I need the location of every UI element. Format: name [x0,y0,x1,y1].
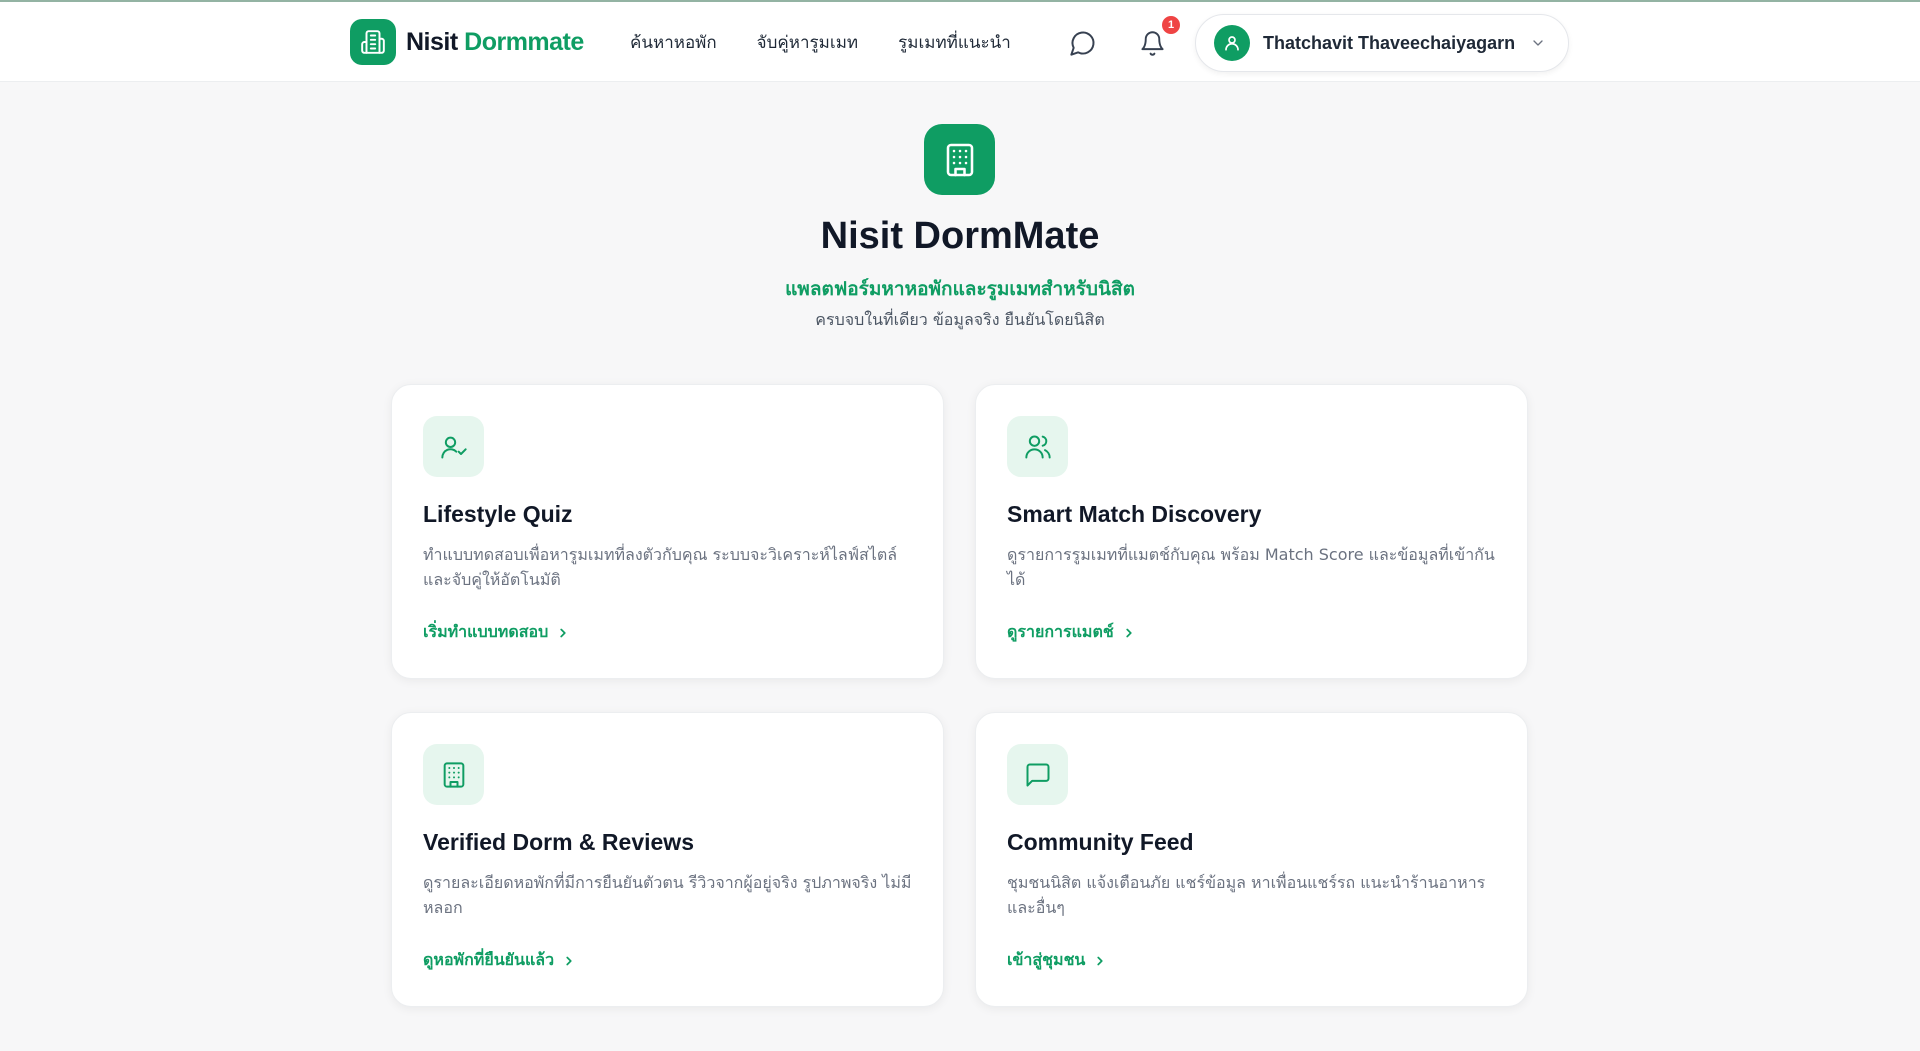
building-icon [350,19,396,65]
feature-card-community-feed: Community Feed ชุมชนนิสิต แจ้งเตือนภัย แ… [975,712,1528,1007]
chevron-down-icon [1533,40,1543,46]
start-quiz-link[interactable]: เริ่มทำแบบทดสอบ [423,620,570,645]
chevron-right-icon [562,954,576,968]
feature-card-smart-match: Smart Match Discovery ดูรายการรูมเมทที่แ… [975,384,1528,679]
card-description: ดูรายละเอียดหอพักที่มีการยืนยันตัวตน รีว… [423,873,912,917]
card-title: Verified Dorm & Reviews [423,829,694,855]
card-description: ทำแบบทดสอบเพื่อหารูมเมทที่ลงตัวกับคุณ ระ… [423,545,898,589]
brand-name: Nisit Dormmate [406,28,584,57]
avatar [1214,25,1250,61]
nav-link-find-dorm[interactable]: ค้นหาหอพัก [630,29,717,56]
card-title: Community Feed [1007,829,1194,855]
user-check-icon [440,436,467,458]
card-title: Lifestyle Quiz [423,501,573,527]
chevron-right-icon [556,626,570,640]
message-square-icon [1026,763,1049,786]
building-icon [946,143,973,176]
building-icon [443,761,464,788]
page-title: Nisit DormMate [820,215,1100,257]
bell-icon [1140,30,1164,56]
card-link-label: เริ่มทำแบบทดสอบ [423,622,549,641]
users-icon [1024,435,1051,458]
brand-home-link[interactable]: Nisit Dormmate [350,19,584,65]
card-icon-container [1007,744,1068,805]
notification-badge: 1 [1160,14,1182,36]
feature-card-lifestyle-quiz: Lifestyle Quiz ทำแบบทดสอบเพื่อหารูมเมทที… [391,384,944,679]
view-verified-dorms-link[interactable]: ดูหอพักที่ยืนยันแล้ว [423,948,576,973]
user-icon [1225,36,1239,51]
chevron-right-icon [1093,954,1107,968]
hero-logo [924,124,995,195]
card-link-label: ดูรายการแมตช์ [1007,622,1114,641]
card-link-label: ดูหอพักที่ยืนยันแล้ว [423,950,555,969]
view-matches-link[interactable]: ดูรายการแมตช์ [1007,620,1136,645]
card-description: ดูรายการรูมเมทที่แมตช์กับคุณ พร้อม Match… [1007,545,1495,589]
brand-name-part1: Nisit [406,27,458,56]
card-description: ชุมชนนิสิต แจ้งเตือนภัย แชร์ข้อมูล หาเพื… [1007,873,1486,917]
nav-link-match-roommate[interactable]: จับคู่หารูมเมท [757,29,858,56]
page-description: ครบจบในที่เดียว ข้อมูลจริง ยืนยันโดยนิสิ… [815,310,1105,329]
user-menu-button[interactable]: Thatchavit Thaveechaiyagarn [1195,14,1569,72]
top-navbar: Nisit Dormmate ค้นหาหอพัก จับคู่หารูมเมท… [0,2,1920,82]
user-name: Thatchavit Thaveechaiyagarn [1263,32,1516,53]
brand-name-part2: Dormmate [464,27,584,56]
card-link-label: เข้าสู่ชุมชน [1007,950,1086,969]
card-title: Smart Match Discovery [1007,501,1262,527]
page-subtitle: แพลตฟอร์มหาหอพักและรูมเมทสำหรับนิสิต [785,278,1135,300]
card-icon-container [423,744,484,805]
message-circle-icon [1070,31,1095,56]
main-nav: ค้นหาหอพัก จับคู่หารูมเมท รูมเมทที่แนะนำ [630,2,1051,82]
nav-link-recommended-roommates[interactable]: รูมเมทที่แนะนำ [898,29,1011,56]
card-icon-container [1007,416,1068,477]
feature-card-verified-dorm: Verified Dorm & Reviews ดูรายละเอียดหอพั… [391,712,944,1007]
chevron-right-icon [1122,626,1136,640]
chat-button[interactable] [1066,26,1100,60]
join-community-link[interactable]: เข้าสู่ชุมชน [1007,948,1107,973]
card-icon-container [423,416,484,477]
